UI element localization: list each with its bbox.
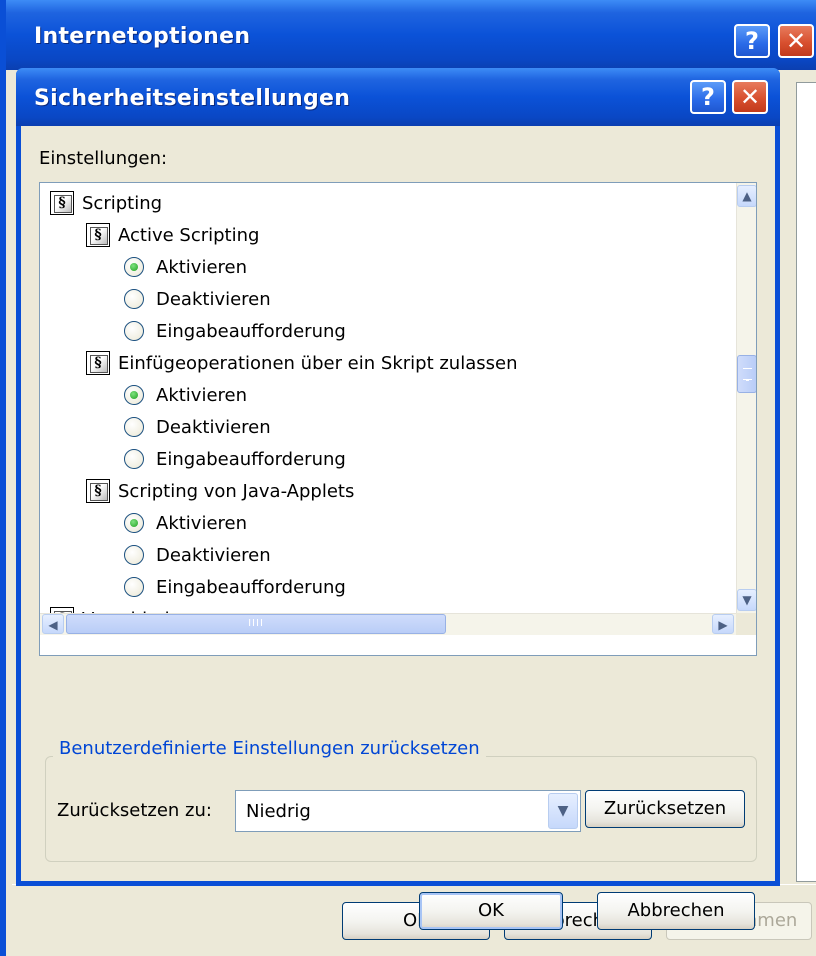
tree-item-label: Aktivieren xyxy=(156,256,248,278)
radio-option[interactable]: Aktivieren xyxy=(124,507,247,539)
scroll-up-icon[interactable]: ▲ xyxy=(737,185,756,207)
scripting-settings-icon: § xyxy=(50,191,74,215)
reset-to-label: Zurücksetzen zu: xyxy=(57,800,212,821)
tree-item-label: Aktivieren xyxy=(156,512,248,534)
settings-tree-content: § Scripting § Active Scripting Aktivieren Dea… xyxy=(40,183,736,613)
chevron-down-icon[interactable]: ▼ xyxy=(548,793,578,829)
tree-item-label: Aktivieren xyxy=(156,384,248,406)
vertical-scroll-thumb[interactable] xyxy=(737,355,756,393)
tree-item-label: Scripting xyxy=(82,192,163,214)
scroll-left-icon[interactable]: ◀ xyxy=(42,614,64,634)
reset-button[interactable]: Zurücksetzen xyxy=(585,790,745,828)
radio-option[interactable]: Aktivieren xyxy=(124,379,247,411)
dialog-body: Einstellungen: § Scripting § Active Scripti… xyxy=(21,126,775,930)
horizontal-scrollbar[interactable]: ◀ IIII ▶ xyxy=(40,613,736,635)
security-settings-title-bar[interactable]: Sicherheitseinstellungen ? ✕ xyxy=(16,68,780,126)
scroll-right-icon[interactable]: ▶ xyxy=(712,614,734,634)
security-settings-dialog: Sicherheitseinstellungen ? ✕ Einstellung… xyxy=(16,68,780,930)
radio-option[interactable]: Eingabeaufforderung xyxy=(124,443,346,475)
radio-option[interactable]: Deaktivieren xyxy=(124,411,271,443)
tree-item-label: Scripting von Java-Applets xyxy=(118,480,355,502)
radio-option[interactable]: Eingabeaufforderung xyxy=(124,571,346,603)
reset-group-legend: Benutzerdefinierte Einstellungen zurücks… xyxy=(53,738,486,759)
vertical-scrollbar[interactable]: ▲ ▼ xyxy=(736,183,756,613)
radio-unchecked-icon[interactable] xyxy=(124,577,144,597)
tab-panel-edge xyxy=(796,82,816,882)
radio-option[interactable]: Deaktivieren xyxy=(124,539,271,571)
horizontal-scroll-thumb[interactable]: IIII xyxy=(66,614,446,634)
radio-checked-icon[interactable] xyxy=(124,257,144,277)
dialog-title: Sicherheitseinstellungen xyxy=(34,86,351,111)
tree-item-label: Eingabeaufforderung xyxy=(156,320,346,342)
tree-setting: § Active Scripting xyxy=(86,219,259,251)
tree-item-label: Eingabeaufforderung xyxy=(156,576,346,598)
tree-item-label: Deaktivieren xyxy=(156,544,271,566)
scripting-settings-icon: § xyxy=(86,351,110,375)
radio-option[interactable]: Deaktivieren xyxy=(124,283,271,315)
settings-tree[interactable]: § Scripting § Active Scripting Aktivieren Dea… xyxy=(39,182,757,656)
radio-unchecked-icon[interactable] xyxy=(124,545,144,565)
tree-item-label: Active Scripting xyxy=(118,224,260,246)
reset-level-select[interactable]: Niedrig ▼ xyxy=(235,790,581,832)
radio-unchecked-icon[interactable] xyxy=(124,321,144,341)
tree-item-label: Einfügeoperationen über ein Skript zulas… xyxy=(118,352,518,374)
scrollbar-corner xyxy=(736,613,756,635)
radio-checked-icon[interactable] xyxy=(124,513,144,533)
scripting-settings-icon: § xyxy=(86,479,110,503)
ok-button[interactable]: OK xyxy=(419,892,563,930)
cancel-button[interactable]: Abbrechen xyxy=(597,892,755,930)
tree-item-label: Deaktivieren xyxy=(156,416,271,438)
window-title: Internetoptionen xyxy=(34,24,251,49)
radio-checked-icon[interactable] xyxy=(124,385,144,405)
internet-options-title-bar[interactable]: Internetoptionen ? ✕ xyxy=(6,0,816,70)
tree-category: §Verschiedenes xyxy=(50,603,213,613)
scroll-down-icon[interactable]: ▼ xyxy=(737,589,756,611)
close-icon[interactable]: ✕ xyxy=(778,24,814,58)
close-icon[interactable]: ✕ xyxy=(732,80,768,114)
help-icon[interactable]: ? xyxy=(734,24,770,58)
tree-setting: § Scripting von Java-Applets xyxy=(86,475,354,507)
settings-label: Einstellungen: xyxy=(39,148,168,169)
tree-item-label: Eingabeaufforderung xyxy=(156,448,346,470)
help-icon[interactable]: ? xyxy=(690,80,726,114)
tree-category: § Scripting xyxy=(50,187,162,219)
radio-option[interactable]: Eingabeaufforderung xyxy=(124,315,346,347)
radio-option[interactable]: Aktivieren xyxy=(124,251,247,283)
tree-item-label: Deaktivieren xyxy=(156,288,271,310)
scripting-settings-icon: § xyxy=(86,223,110,247)
radio-unchecked-icon[interactable] xyxy=(124,417,144,437)
radio-unchecked-icon[interactable] xyxy=(124,289,144,309)
tree-setting: § Einfügeoperationen über ein Skript zula… xyxy=(86,347,517,379)
reset-level-value: Niedrig xyxy=(246,801,311,822)
radio-unchecked-icon[interactable] xyxy=(124,449,144,469)
